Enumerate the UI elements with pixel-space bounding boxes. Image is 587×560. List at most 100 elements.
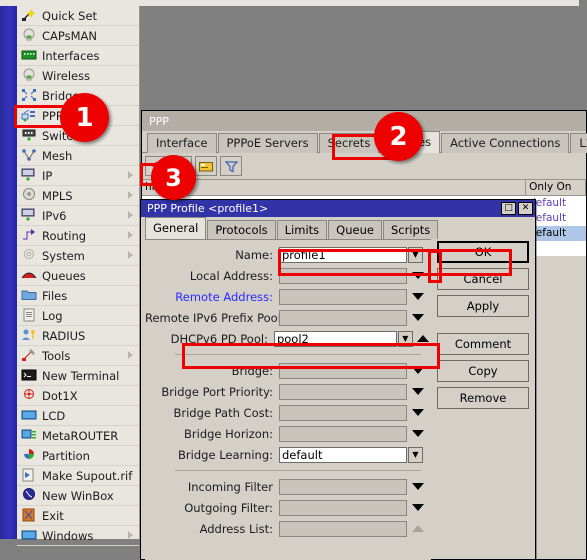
menu-item-lcd[interactable]: LCD (17, 406, 139, 426)
ppp-tab-interface[interactable]: Interface (147, 133, 217, 153)
chevron-down-icon[interactable] (410, 500, 426, 516)
list-column-header[interactable]: hi ... (142, 180, 527, 195)
chevron-down-icon[interactable] (410, 405, 426, 421)
field-input-bridge-path-cost[interactable] (279, 404, 407, 421)
queues-icon (21, 272, 37, 279)
system-icon (21, 248, 38, 263)
dropdown-toggle-dhcpv6-pd-pool[interactable]: ▼ (398, 330, 413, 347)
ppp-tab-secrets[interactable]: Secrets (318, 133, 380, 153)
field-input-bridge-horizon[interactable] (279, 425, 407, 442)
list-column-header[interactable]: Only On (526, 180, 586, 195)
ok-button[interactable]: OK (437, 241, 529, 263)
dialog-titlebar[interactable]: PPP Profile <profile1> □ ✕ (141, 200, 535, 217)
chevron-down-icon[interactable] (410, 384, 426, 400)
field-label-address-list: Address List: (199, 521, 273, 536)
comment-button[interactable]: Comment (437, 333, 529, 355)
ppp-tab-l2tp-secrets[interactable]: L2TP Secrets (570, 133, 587, 153)
field-label-bridge: Bridge: (231, 363, 273, 378)
comment-icon[interactable] (195, 156, 217, 176)
menu-item-label: Partition (42, 448, 90, 463)
menu-item-queues[interactable]: Queues (17, 266, 139, 286)
chevron-right-icon (128, 171, 133, 179)
chevron-down-icon[interactable] (410, 363, 426, 379)
menu-item-new-winbox[interactable]: New WinBox (17, 486, 139, 506)
lcd-icon (21, 410, 37, 420)
annotation-badge-3: 3 (151, 155, 196, 200)
dialog-tab-limits[interactable]: Limits (276, 220, 328, 239)
chevron-down-icon[interactable] (410, 289, 426, 305)
routing-icon (23, 229, 35, 240)
ppp-icon (21, 108, 38, 123)
menu-item-interfaces[interactable]: Interfaces (17, 46, 139, 66)
menu-item-new-terminal[interactable]: New Terminal (17, 366, 139, 386)
chevron-down-icon[interactable] (410, 268, 426, 284)
field-input-outgoing-filter[interactable] (279, 499, 407, 516)
chevron-down-icon[interactable] (410, 310, 426, 326)
remove-button[interactable]: Remove (437, 387, 529, 409)
mesh-icon (21, 148, 38, 163)
menu-item-partition[interactable]: Partition (17, 446, 139, 466)
field-input-bridge[interactable] (279, 362, 407, 379)
field-input-address-list[interactable] (279, 520, 407, 537)
menu-item-tools[interactable]: Tools (17, 346, 139, 366)
cancel-button[interactable]: Cancel (437, 268, 529, 290)
field-label-remote-address[interactable]: Remote Address: (145, 290, 279, 304)
menu-item-label: IP (42, 168, 53, 183)
dialog-form: Name: profile1 ▼ Local Address: Remote Addre… (145, 239, 431, 560)
menu-item-wireless[interactable]: Wireless (17, 66, 139, 86)
field-label-name: Name: (235, 247, 273, 262)
menu-item-exit[interactable]: Exit (17, 506, 139, 526)
field-input-incoming-filter[interactable] (279, 478, 407, 495)
menu-item-routing[interactable]: Routing (17, 226, 139, 246)
field-input-bridge-learning[interactable]: default (279, 446, 407, 463)
menu-item-make-supout-rif[interactable]: Make Supout.rif (17, 466, 139, 486)
dialog-tab-queue[interactable]: Queue (328, 220, 382, 239)
menu-item-log[interactable]: Log (17, 306, 139, 326)
menu-item-radius[interactable]: RADIUS (17, 326, 139, 346)
maximize-button[interactable]: □ (501, 202, 516, 215)
dropdown-toggle-name[interactable]: ▼ (408, 246, 423, 263)
copy-button[interactable]: Copy (437, 360, 529, 382)
ppp-tab-pppoe-servers[interactable]: PPPoE Servers (217, 133, 318, 153)
menu-item-capsman[interactable]: CAPsMAN (17, 26, 139, 46)
dialog-tab-general[interactable]: General (145, 217, 207, 239)
chevron-up-icon[interactable] (410, 521, 426, 537)
menu-item-metarouter[interactable]: MetaROUTER (17, 426, 139, 446)
dialog-tab-protocols[interactable]: Protocols (207, 220, 276, 239)
ip-icon (21, 168, 35, 181)
menu-item-mpls[interactable]: MPLS (17, 186, 139, 206)
metarouter-icon (21, 429, 36, 439)
field-input-local-address[interactable] (279, 267, 407, 284)
field-input-bridge-port-priority[interactable] (279, 383, 407, 400)
chevron-down-icon[interactable] (410, 426, 426, 442)
form-row-bridge-learning: Bridge Learning: default ▼ (145, 444, 431, 465)
lcd-icon (21, 408, 38, 423)
chevron-down-icon[interactable] (410, 479, 426, 495)
menu-item-ipv6[interactable]: IPv6 (17, 206, 139, 226)
field-input-remote-ipv6-prefix-pool[interactable] (279, 309, 407, 326)
chevron-up-icon[interactable] (416, 331, 431, 347)
system-icon (24, 249, 34, 259)
dialog-tab-scripts[interactable]: Scripts (382, 220, 439, 239)
menu-item-quick-set[interactable]: Quick Set (17, 6, 139, 26)
menu-item-mesh[interactable]: Mesh (17, 146, 139, 166)
interfaces-icon (21, 50, 37, 60)
menu-item-windows[interactable]: Windows (17, 526, 139, 546)
close-button[interactable]: ✕ (518, 202, 533, 215)
menu-item-system[interactable]: System (17, 246, 139, 266)
field-input-remote-address[interactable] (279, 288, 407, 305)
field-input-name[interactable]: profile1 (279, 246, 407, 263)
menu-item-label: Windows (42, 528, 94, 543)
menu-item-dot1x[interactable]: Dot1X (17, 386, 139, 406)
form-row-incoming-filter: Incoming Filter (145, 476, 431, 497)
filter-icon[interactable] (220, 156, 242, 176)
dialog-title: PPP Profile <profile1> (147, 202, 269, 215)
capsman-icon (21, 28, 38, 43)
apply-button[interactable]: Apply (437, 295, 529, 317)
ppp-tab-active-connections[interactable]: Active Connections (441, 133, 570, 153)
menu-item-ip[interactable]: IP (17, 166, 139, 186)
menu-item-files[interactable]: Files (17, 286, 139, 306)
menu-item-label: Files (42, 288, 68, 303)
dropdown-toggle-bridge-learning[interactable]: ▼ (408, 446, 423, 463)
field-input-dhcpv6-pd-pool[interactable]: pool2 (273, 330, 398, 347)
